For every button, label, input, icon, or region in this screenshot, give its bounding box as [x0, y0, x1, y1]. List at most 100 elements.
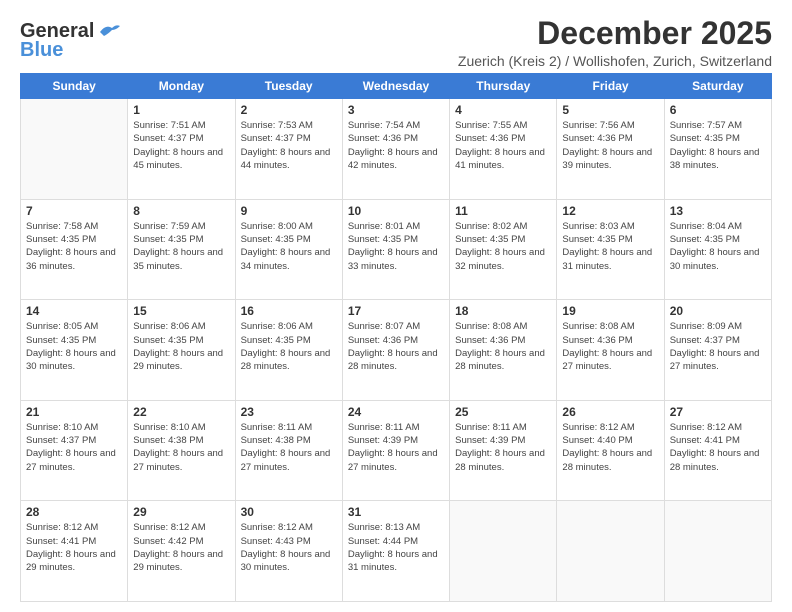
day-number: 5: [562, 103, 658, 117]
dow-monday: Monday: [128, 74, 235, 99]
week-row-0: 1 Sunrise: 7:51 AMSunset: 4:37 PMDaylight…: [21, 99, 772, 200]
calendar-cell: 3Sunrise: 7:54 AMSunset: 4:36 PMDaylight…: [342, 99, 449, 200]
day-detail: Sunrise: 8:05 AMSunset: 4:35 PMDaylight:…: [26, 320, 122, 373]
day-number: 1: [133, 103, 229, 117]
day-detail: Sunrise: 8:04 AMSunset: 4:35 PMDaylight:…: [670, 220, 766, 273]
day-detail: Sunrise: 8:06 AMSunset: 4:35 PMDaylight:…: [241, 320, 337, 373]
calendar-body: 1 Sunrise: 7:51 AMSunset: 4:37 PMDaylight…: [21, 99, 772, 602]
day-number: 27: [670, 405, 766, 419]
week-row-3: 21Sunrise: 8:10 AMSunset: 4:37 PMDayligh…: [21, 400, 772, 501]
calendar-cell: 2Sunrise: 7:53 AMSunset: 4:37 PMDaylight…: [235, 99, 342, 200]
calendar-cell: 25 Sunrise: 8:11 AMSunset: 4:39 PMDayligh…: [450, 400, 557, 501]
day-number: 10: [348, 204, 444, 218]
calendar-cell: 6 Sunrise: 7:57 AMSunset: 4:35 PMDaylight…: [664, 99, 771, 200]
title-block: December 2025 Zuerich (Kreis 2) / Wollis…: [458, 16, 772, 69]
day-detail: Sunrise: 8:11 AMSunset: 4:39 PMDaylight:…: [455, 421, 551, 474]
calendar-cell: 19 Sunrise: 8:08 AMSunset: 4:36 PMDayligh…: [557, 300, 664, 401]
day-number: 19: [562, 304, 658, 318]
calendar-cell: 7 Sunrise: 7:58 AMSunset: 4:35 PMDaylight…: [21, 199, 128, 300]
day-detail: Sunrise: 8:08 AMSunset: 4:36 PMDaylight:…: [455, 320, 551, 373]
calendar-cell: 26 Sunrise: 8:12 AMSunset: 4:40 PMDayligh…: [557, 400, 664, 501]
day-detail: Sunrise: 8:08 AMSunset: 4:36 PMDaylight:…: [562, 320, 658, 373]
day-detail: Sunrise: 8:01 AMSunset: 4:35 PMDaylight:…: [348, 220, 444, 273]
calendar-cell: 15Sunrise: 8:06 AMSunset: 4:35 PMDayligh…: [128, 300, 235, 401]
day-detail: Sunrise: 8:11 AMSunset: 4:38 PMDaylight:…: [241, 421, 337, 474]
day-detail: Sunrise: 7:59 AMSunset: 4:35 PMDaylight:…: [133, 220, 229, 273]
calendar-cell: 10 Sunrise: 8:01 AMSunset: 4:35 PMDayligh…: [342, 199, 449, 300]
day-number: 12: [562, 204, 658, 218]
day-number: 14: [26, 304, 122, 318]
day-number: 23: [241, 405, 337, 419]
logo-bird-icon: [98, 22, 120, 38]
day-detail: Sunrise: 8:13 AMSunset: 4:44 PMDaylight:…: [348, 521, 444, 574]
day-number: 31: [348, 505, 444, 519]
dow-thursday: Thursday: [450, 74, 557, 99]
day-number: 9: [241, 204, 337, 218]
calendar-cell: [557, 501, 664, 602]
day-number: 18: [455, 304, 551, 318]
day-detail: Sunrise: 8:10 AMSunset: 4:37 PMDaylight:…: [26, 421, 122, 474]
day-detail: Sunrise: 8:00 AMSunset: 4:35 PMDaylight:…: [241, 220, 337, 273]
calendar-cell: [450, 501, 557, 602]
day-number: 13: [670, 204, 766, 218]
calendar-cell: 18 Sunrise: 8:08 AMSunset: 4:36 PMDayligh…: [450, 300, 557, 401]
calendar-cell: 28Sunrise: 8:12 AMSunset: 4:41 PMDayligh…: [21, 501, 128, 602]
day-number: 4: [455, 103, 551, 117]
day-number: 29: [133, 505, 229, 519]
subtitle: Zuerich (Kreis 2) / Wollishofen, Zurich,…: [458, 53, 772, 69]
calendar-cell: 9 Sunrise: 8:00 AMSunset: 4:35 PMDaylight…: [235, 199, 342, 300]
day-detail: Sunrise: 8:07 AMSunset: 4:36 PMDaylight:…: [348, 320, 444, 373]
day-detail: Sunrise: 8:12 AMSunset: 4:41 PMDaylight:…: [670, 421, 766, 474]
day-detail: Sunrise: 8:12 AMSunset: 4:40 PMDaylight:…: [562, 421, 658, 474]
day-detail: Sunrise: 8:03 AMSunset: 4:35 PMDaylight:…: [562, 220, 658, 273]
calendar-cell: 17Sunrise: 8:07 AMSunset: 4:36 PMDayligh…: [342, 300, 449, 401]
calendar-cell: 11 Sunrise: 8:02 AMSunset: 4:35 PMDayligh…: [450, 199, 557, 300]
calendar-cell: 24 Sunrise: 8:11 AMSunset: 4:39 PMDayligh…: [342, 400, 449, 501]
day-number: 24: [348, 405, 444, 419]
day-number: 25: [455, 405, 551, 419]
day-detail: Sunrise: 8:11 AMSunset: 4:39 PMDaylight:…: [348, 421, 444, 474]
calendar-cell: 13 Sunrise: 8:04 AMSunset: 4:35 PMDayligh…: [664, 199, 771, 300]
day-detail: Sunrise: 8:09 AMSunset: 4:37 PMDaylight:…: [670, 320, 766, 373]
calendar-cell: 16 Sunrise: 8:06 AMSunset: 4:35 PMDayligh…: [235, 300, 342, 401]
day-detail: Sunrise: 8:12 AMSunset: 4:43 PMDaylight:…: [241, 521, 337, 574]
header: General Blue December 2025 Zuerich (Krei…: [20, 16, 772, 69]
day-detail: Sunrise: 8:06 AMSunset: 4:35 PMDaylight:…: [133, 320, 229, 373]
day-number: 16: [241, 304, 337, 318]
calendar-cell: 29 Sunrise: 8:12 AMSunset: 4:42 PMDayligh…: [128, 501, 235, 602]
calendar-cell: 8Sunrise: 7:59 AMSunset: 4:35 PMDaylight…: [128, 199, 235, 300]
calendar-table: SundayMondayTuesdayWednesdayThursdayFrid…: [20, 73, 772, 602]
day-number: 11: [455, 204, 551, 218]
day-number: 26: [562, 405, 658, 419]
calendar-cell: 1 Sunrise: 7:51 AMSunset: 4:37 PMDaylight…: [128, 99, 235, 200]
calendar-cell: 30Sunrise: 8:12 AMSunset: 4:43 PMDayligh…: [235, 501, 342, 602]
day-number: 6: [670, 103, 766, 117]
day-number: 7: [26, 204, 122, 218]
main-title: December 2025: [458, 16, 772, 51]
day-detail: Sunrise: 8:02 AMSunset: 4:35 PMDaylight:…: [455, 220, 551, 273]
day-detail: Sunrise: 7:56 AMSunset: 4:36 PMDaylight:…: [562, 119, 658, 172]
calendar-cell: 4Sunrise: 7:55 AMSunset: 4:36 PMDaylight…: [450, 99, 557, 200]
day-detail: Sunrise: 7:57 AMSunset: 4:35 PMDaylight:…: [670, 119, 766, 172]
calendar-cell: 23 Sunrise: 8:11 AMSunset: 4:38 PMDayligh…: [235, 400, 342, 501]
day-detail: Sunrise: 7:51 AMSunset: 4:37 PMDaylight:…: [133, 119, 229, 172]
day-detail: Sunrise: 8:10 AMSunset: 4:38 PMDaylight:…: [133, 421, 229, 474]
calendar-cell: 14 Sunrise: 8:05 AMSunset: 4:35 PMDayligh…: [21, 300, 128, 401]
day-number: 22: [133, 405, 229, 419]
day-detail: Sunrise: 7:58 AMSunset: 4:35 PMDaylight:…: [26, 220, 122, 273]
dow-saturday: Saturday: [664, 74, 771, 99]
logo: General Blue: [20, 20, 120, 62]
week-row-4: 28Sunrise: 8:12 AMSunset: 4:41 PMDayligh…: [21, 501, 772, 602]
day-number: 3: [348, 103, 444, 117]
calendar-cell: 27 Sunrise: 8:12 AMSunset: 4:41 PMDayligh…: [664, 400, 771, 501]
calendar-cell: [21, 99, 128, 200]
calendar-cell: 5 Sunrise: 7:56 AMSunset: 4:36 PMDaylight…: [557, 99, 664, 200]
day-detail: Sunrise: 8:12 AMSunset: 4:42 PMDaylight:…: [133, 521, 229, 574]
dow-wednesday: Wednesday: [342, 74, 449, 99]
dow-friday: Friday: [557, 74, 664, 99]
page: General Blue December 2025 Zuerich (Krei…: [0, 0, 792, 612]
logo-blue-text: Blue: [20, 39, 63, 62]
week-row-2: 14 Sunrise: 8:05 AMSunset: 4:35 PMDayligh…: [21, 300, 772, 401]
day-number: 28: [26, 505, 122, 519]
days-of-week-header: SundayMondayTuesdayWednesdayThursdayFrid…: [21, 74, 772, 99]
